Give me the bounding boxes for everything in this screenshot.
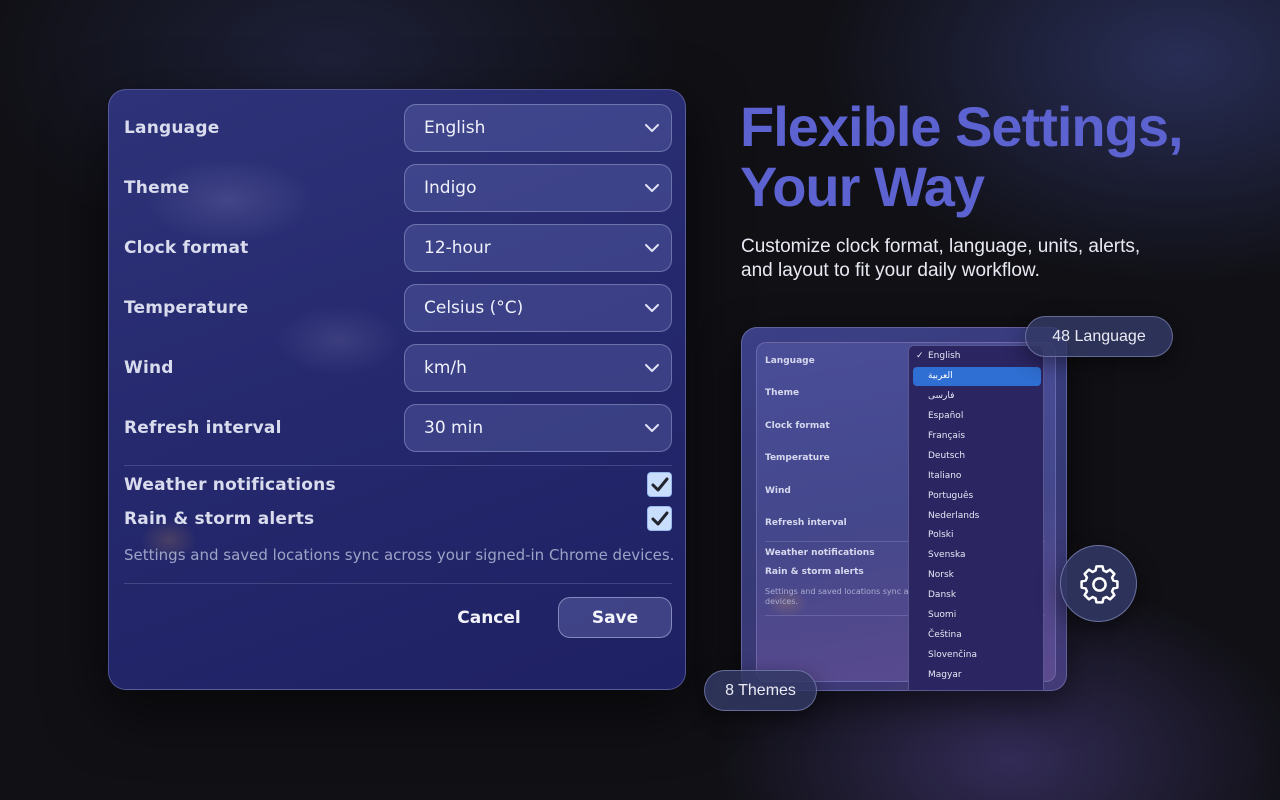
theme-select[interactable]: Indigo (404, 164, 672, 212)
headline-line: Your Way (740, 155, 985, 218)
settings-panel: Language English Theme Indigo Clock form… (108, 89, 686, 690)
language-option[interactable]: Suomi (913, 606, 1041, 625)
language-option[interactable]: Deutsch (913, 447, 1041, 466)
select-value: 30 min (424, 418, 484, 438)
language-option[interactable]: Nederlands (913, 507, 1041, 526)
gear-icon (1080, 565, 1119, 604)
chevron-down-icon (645, 424, 659, 432)
preview-label: Wind (765, 486, 791, 496)
preview-note: Settings and saved locations sync ac dev… (765, 587, 913, 606)
preview-toggle-label: Rain & storm alerts (765, 567, 864, 577)
sync-note: Settings and saved locations sync across… (124, 546, 675, 564)
wind-select[interactable]: km/h (404, 344, 672, 392)
select-value: km/h (424, 358, 467, 378)
setting-label: Temperature (124, 298, 249, 318)
language-option[interactable]: Norsk (913, 566, 1041, 585)
select-value: English (424, 118, 486, 138)
divider (124, 583, 672, 584)
setting-row-refresh-interval: Refresh interval 30 min (124, 404, 672, 452)
language-option[interactable]: Italiano (913, 467, 1041, 486)
language-option[interactable]: Português (913, 487, 1041, 506)
setting-label: Theme (124, 178, 190, 198)
chevron-down-icon (645, 304, 659, 312)
setting-row-temperature: Temperature Celsius (°C) (124, 284, 672, 332)
setting-label: Wind (124, 358, 174, 378)
preview-label: Clock format (765, 421, 830, 431)
language-option[interactable]: ✓ English (913, 347, 1041, 366)
chevron-down-icon (645, 364, 659, 372)
language-option[interactable]: العربية (913, 367, 1041, 386)
setting-label: Refresh interval (124, 418, 282, 438)
headline: Flexible Settings, Your Way (740, 97, 1260, 217)
preview-label: Language (765, 356, 815, 366)
languages-badge: 48 Language (1025, 316, 1173, 357)
temperature-select[interactable]: Celsius (°C) (404, 284, 672, 332)
setting-label: Clock format (124, 238, 249, 258)
rain-storm-alerts-checkbox[interactable] (647, 506, 672, 531)
select-value: Celsius (°C) (424, 298, 524, 318)
language-select[interactable]: English (404, 104, 672, 152)
setting-row-clock-format: Clock format 12-hour (124, 224, 672, 272)
themes-badge: 8 Themes (704, 670, 817, 711)
clock-format-select[interactable]: 12-hour (404, 224, 672, 272)
subheadline: Customize clock format, language, units,… (741, 235, 1181, 283)
language-option[interactable]: Dansk (913, 586, 1041, 605)
setting-row-language: Language English (124, 104, 672, 152)
language-option[interactable]: Español (913, 407, 1041, 426)
language-option[interactable]: فارسی (913, 387, 1041, 406)
chevron-down-icon (645, 124, 659, 132)
divider (124, 465, 672, 466)
select-value: 12-hour (424, 238, 491, 258)
language-option[interactable]: Slovenčina (913, 646, 1041, 665)
subheadline-line: Customize clock format, language, units,… (741, 236, 1141, 257)
toggle-rain-storm-alerts: Rain & storm alerts (124, 506, 672, 532)
settings-badge (1060, 545, 1137, 622)
checkmark-icon (651, 511, 669, 526)
toggle-weather-notifications: Weather notifications (124, 472, 672, 498)
setting-row-theme: Theme Indigo (124, 164, 672, 212)
cancel-button[interactable]: Cancel (439, 598, 539, 638)
toggle-label: Weather notifications (124, 475, 336, 495)
checkmark-icon (651, 477, 669, 492)
language-option[interactable]: Čeština (913, 626, 1041, 645)
refresh-interval-select[interactable]: 30 min (404, 404, 672, 452)
checkmark-icon: ✓ (916, 351, 924, 361)
preview-label: Temperature (765, 453, 830, 463)
toggle-label: Rain & storm alerts (124, 509, 315, 529)
save-button[interactable]: Save (558, 597, 672, 638)
select-value: Indigo (424, 178, 477, 198)
chevron-down-icon (645, 184, 659, 192)
language-option[interactable]: Svenska (913, 546, 1041, 565)
preview-toggle-label: Weather notifications (765, 548, 875, 558)
language-option[interactable]: Français (913, 427, 1041, 446)
language-option[interactable]: Polski (913, 526, 1041, 545)
preview-label: Refresh interval (765, 518, 847, 528)
setting-row-wind: Wind km/h (124, 344, 672, 392)
headline-line: Flexible Settings, (740, 95, 1184, 158)
setting-label: Language (124, 118, 220, 138)
subheadline-line: and layout to fit your daily workflow. (741, 260, 1040, 281)
preview-label: Theme (765, 388, 800, 398)
weather-notifications-checkbox[interactable] (647, 472, 672, 497)
language-dropdown: ✓ English العربية فارسی Español Français … (908, 345, 1044, 691)
chevron-down-icon (645, 244, 659, 252)
language-option[interactable]: Magyar (913, 666, 1041, 685)
